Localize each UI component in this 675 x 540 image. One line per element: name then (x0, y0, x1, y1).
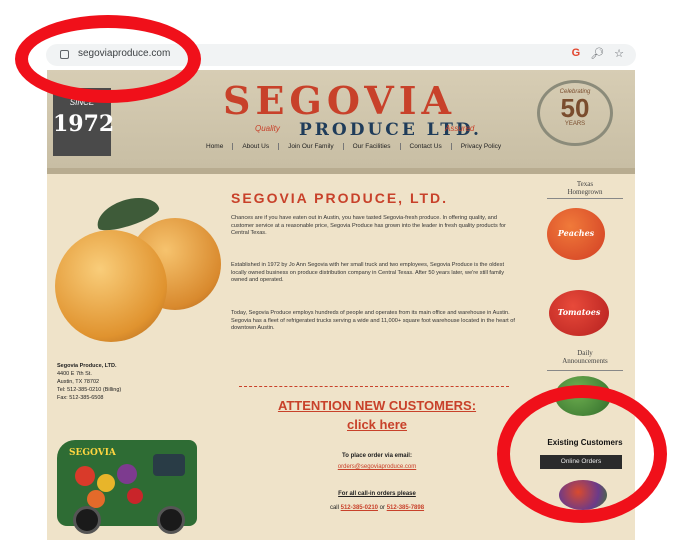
address-line: Fax: 512-385-6508 (57, 395, 104, 401)
sidebar-head-line: Daily (577, 349, 593, 357)
badge-number: 50 (560, 93, 590, 123)
address-line: Tel: 512-385-0210 (Billing) (57, 387, 122, 393)
nav-our-facilities[interactable]: Our Facilities (342, 143, 400, 150)
callin-or: or (379, 505, 386, 511)
nav-about-us[interactable]: About Us (232, 143, 278, 150)
main-nav: Home About Us Join Our Family Our Facili… (197, 143, 510, 150)
peaches-button[interactable]: Peaches (547, 208, 605, 260)
sidebar-divider (547, 370, 623, 371)
sidebar-head-line: Homegrown (567, 188, 603, 196)
callin-label: For all call-in orders please (338, 491, 416, 497)
logo-name[interactable]: SEGOVIA (223, 78, 456, 123)
veg-graphic (97, 474, 115, 492)
logo-tag-right: Assured (445, 124, 475, 133)
anniversary-badge: Celebrating 50 YEARS (537, 80, 613, 146)
email-order-label: To place order via email: (342, 453, 412, 459)
callin-numbers: call 512-385-0210 or 512-385-7898 (227, 505, 527, 511)
badge-bottom-text: YEARS (564, 121, 586, 127)
order-email-link[interactable]: orders@segoviaproduce.com (227, 464, 527, 470)
tomatoes-button[interactable]: Tomatoes (549, 290, 609, 336)
company-address: Segovia Produce, LTD. 4400 E 7th St. Aus… (57, 362, 121, 402)
orange-graphic (55, 230, 167, 342)
sidebar-divider (547, 198, 623, 199)
veg-graphic (75, 466, 95, 486)
google-icon[interactable]: G (572, 47, 581, 60)
tomatoes-label: Tomatoes (557, 307, 601, 317)
callin-prefix: call (329, 505, 339, 511)
sidebar-head-line: Texas (576, 180, 594, 188)
nav-privacy-policy[interactable]: Privacy Policy (450, 143, 510, 150)
annotation-circle-existing-customers (497, 385, 667, 523)
nav-join-our-family[interactable]: Join Our Family (278, 143, 343, 150)
phone-link-2[interactable]: 512-385-7898 (387, 505, 424, 511)
veg-graphic (127, 488, 143, 504)
daily-announcements-heading: Daily Announcements (545, 349, 625, 365)
intro-paragraph: Chances are if you have eaten out in Aus… (231, 215, 506, 237)
toolbar-icons: G 🔎︎ ☆ (572, 47, 624, 60)
zoom-icon[interactable]: 🔎︎ (590, 47, 604, 60)
nav-home[interactable]: Home (197, 143, 232, 150)
section-divider (239, 386, 509, 387)
phone-link-1[interactable]: 512-385-0210 (341, 505, 378, 511)
attention-new-customers-link[interactable]: ATTENTION NEW CUSTOMERS: (227, 398, 527, 413)
today-paragraph: Today, Segovia Produce employs hundreds … (231, 310, 515, 332)
veg-graphic (117, 464, 137, 484)
address-line: Austin, TX 78702 (57, 379, 100, 385)
van-window (153, 454, 185, 476)
address-line: Segovia Produce, LTD. (57, 363, 117, 369)
van-wheel (157, 506, 185, 534)
van-brand-text: SEGOVIA (69, 448, 116, 458)
nav-contact-us[interactable]: Contact Us (399, 143, 451, 150)
star-icon[interactable]: ☆ (614, 47, 624, 60)
texas-homegrown-heading: Texas Homegrown (545, 180, 625, 196)
annotation-circle-url (15, 15, 201, 103)
since-year: 1972 (53, 111, 115, 137)
delivery-van-image: SEGOVIA (57, 440, 197, 534)
page-title: SEGOVIA PRODUCE, LTD. (231, 190, 449, 206)
address-line: 4400 E 7th St. (57, 371, 92, 377)
history-paragraph: Established in 1972 by Jo Ann Segovia wi… (231, 262, 505, 284)
van-wheel (73, 506, 101, 534)
logo-tag-left: Quality (255, 124, 280, 133)
peaches-label: Peaches (557, 228, 595, 238)
header-divider (47, 168, 635, 174)
sidebar-head-line: Announcements (562, 357, 608, 365)
click-here-link[interactable]: click here (227, 417, 527, 432)
